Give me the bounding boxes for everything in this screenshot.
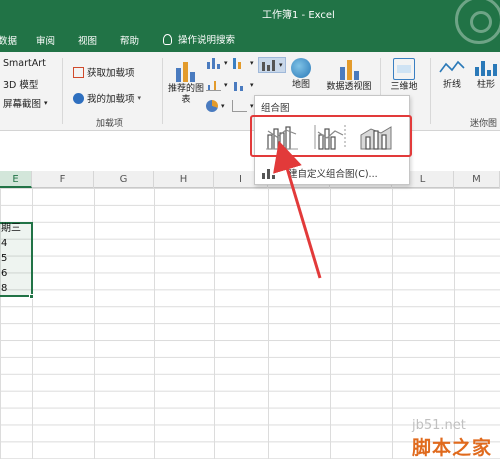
- get-addins-button[interactable]: 获取加载项: [73, 65, 135, 79]
- 3d-map-button[interactable]: 三维地: [386, 58, 422, 93]
- title-bar: 工作簿1 - Excel 数据 审阅 视图 帮助 操作说明搜索: [0, 0, 500, 52]
- tab-view[interactable]: 视图: [78, 33, 97, 47]
- sparklines-group-label: 迷你图: [470, 119, 498, 129]
- pie-chart-button[interactable]: ▾: [206, 100, 225, 112]
- screenshot-dropdown-icon: ▾: [44, 99, 48, 107]
- column-header-e[interactable]: E: [0, 171, 32, 188]
- create-custom-combo-label: 建自定义组合图(C)...: [288, 169, 378, 180]
- smartart-label: SmartArt: [3, 58, 46, 69]
- line-chart-icon: [206, 79, 221, 91]
- watermark-site: jb51.net: [412, 418, 466, 433]
- pie-chart-dropdown-icon: ▾: [221, 102, 225, 110]
- lightbulb-icon: [163, 33, 172, 45]
- cell-e-value[interactable]: 5: [0, 251, 32, 266]
- line-chart-dropdown-icon: ▾: [224, 81, 228, 89]
- column-header-h[interactable]: H: [154, 171, 214, 188]
- recommended-charts-button[interactable]: 推荐的图表: [168, 58, 204, 106]
- tell-me-search[interactable]: 操作说明搜索: [163, 32, 235, 46]
- tab-help[interactable]: 帮助: [120, 33, 139, 47]
- pie-chart-icon: [206, 100, 218, 112]
- pivot-chart-button[interactable]: 数据透视图: [322, 58, 376, 93]
- column-header-f[interactable]: F: [32, 171, 94, 188]
- statistic-chart-icon: [232, 79, 247, 91]
- 3d-map-label: 三维地: [390, 82, 418, 92]
- column-chart-icon: [206, 57, 221, 69]
- my-addins-label: 我的加载项: [87, 94, 135, 105]
- tell-me-label: 操作说明搜索: [178, 35, 236, 46]
- column-headers: E F G H I J K L M: [0, 171, 500, 188]
- my-addins-button[interactable]: 我的加载项 ▾: [73, 91, 141, 105]
- pivot-chart-label: 数据透视图: [326, 82, 372, 92]
- sparkline-line-label: 折线: [442, 80, 461, 90]
- gridline: [330, 188, 331, 459]
- cell-e-value[interactable]: 6: [0, 266, 32, 281]
- fill-handle[interactable]: [29, 294, 34, 299]
- 3d-model-label: 3D 模型: [3, 80, 39, 91]
- create-custom-combo-item[interactable]: 建自定义组合图(C)...: [261, 166, 378, 180]
- pivot-chart-icon: [338, 58, 360, 80]
- combo-chart-header: 组合图: [261, 103, 290, 114]
- combo-chart-button[interactable]: ▾: [258, 57, 286, 73]
- cell-e-header[interactable]: 期三: [0, 221, 32, 236]
- hierarchy-chart-button[interactable]: ▾: [232, 57, 254, 69]
- window-title: 工作簿1 - Excel: [262, 10, 335, 21]
- combo-chart-dropdown-icon: ▾: [279, 61, 283, 69]
- highlight-box: [250, 115, 412, 157]
- sparkline-column-icon: [474, 58, 498, 76]
- statistic-chart-button[interactable]: ▾: [232, 79, 254, 91]
- column-chart-dropdown-icon: ▾: [224, 59, 228, 67]
- ribbon-separator: [62, 58, 63, 124]
- sparkline-column-button[interactable]: 柱形: [470, 58, 500, 91]
- get-addins-label: 获取加载项: [87, 68, 135, 79]
- combo-chart-icon: [261, 59, 276, 71]
- smartart-button[interactable]: SmartArt: [0, 58, 46, 69]
- gridline: [392, 188, 393, 459]
- ribbon-separator: [430, 58, 431, 124]
- addins-group-label: 加载项: [96, 119, 124, 129]
- column-chart-button[interactable]: ▾: [206, 57, 228, 69]
- gridline: [154, 188, 155, 459]
- 3d-map-icon: [393, 58, 415, 80]
- recommended-charts-label: 推荐的图表: [168, 84, 205, 105]
- 3d-model-button[interactable]: 3D 模型: [0, 77, 38, 91]
- tab-data[interactable]: 数据: [0, 33, 17, 47]
- sparkline-line-icon: [439, 60, 465, 73]
- statistic-chart-dropdown-icon: ▾: [250, 81, 254, 89]
- maps-label: 地图: [291, 80, 310, 90]
- scatter-chart-icon: [232, 100, 247, 112]
- ribbon-separator: [162, 58, 163, 124]
- globe-icon: [291, 58, 311, 78]
- cell-e-value[interactable]: 4: [0, 236, 32, 251]
- my-addins-dropdown-icon: ▾: [137, 94, 142, 102]
- scatter-chart-button[interactable]: ▾: [232, 100, 254, 112]
- recommended-charts-icon: [173, 58, 199, 82]
- watermark-name: 脚本之家: [412, 437, 493, 459]
- hierarchy-chart-dropdown-icon: ▾: [250, 59, 254, 67]
- hierarchy-chart-icon: [232, 57, 247, 69]
- sparkline-column-label: 柱形: [476, 80, 495, 90]
- screenshot-label: 屏幕截图: [3, 99, 42, 110]
- gridline: [268, 188, 269, 459]
- line-chart-button[interactable]: ▾: [206, 79, 228, 91]
- my-addins-icon: [73, 92, 84, 104]
- cell-e-value[interactable]: 8: [0, 281, 32, 296]
- gridline: [214, 188, 215, 459]
- column-header-g[interactable]: G: [94, 171, 154, 188]
- screenshot-button[interactable]: 屏幕截图 ▾: [0, 96, 48, 110]
- maps-button[interactable]: 地图: [286, 58, 316, 91]
- column-header-m[interactable]: M: [454, 171, 500, 188]
- gridline: [94, 188, 95, 459]
- sparkline-line-button[interactable]: 折线: [436, 58, 468, 91]
- scatter-chart-dropdown-icon: ▾: [250, 102, 254, 110]
- tab-review[interactable]: 审阅: [36, 33, 55, 47]
- custom-combo-icon: [261, 167, 276, 179]
- ribbon-tabs: 数据 审阅 视图 帮助: [0, 30, 500, 50]
- store-icon: [73, 66, 84, 78]
